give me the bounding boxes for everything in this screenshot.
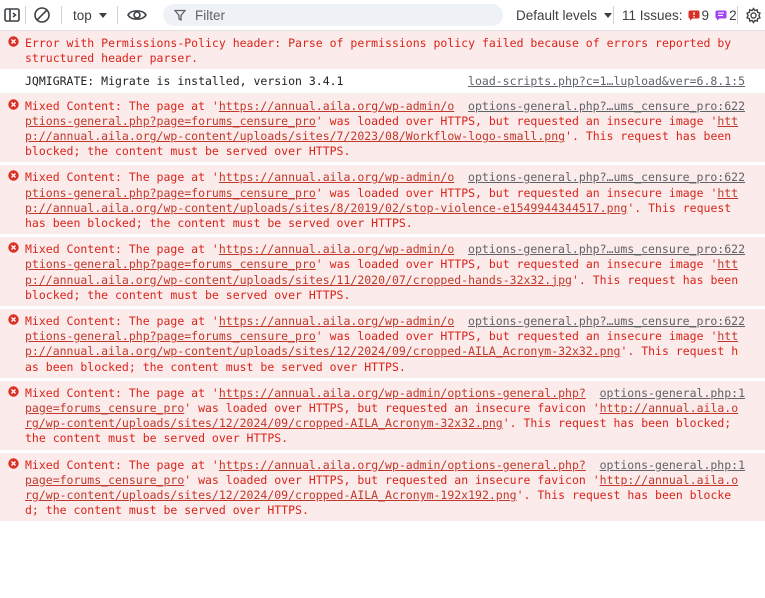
- dropdown-caret-icon: [603, 10, 613, 20]
- error-circle-icon: [8, 36, 19, 50]
- console-error-message[interactable]: Error with Permissions-Policy header: Pa…: [0, 31, 765, 73]
- gear-icon[interactable]: [745, 0, 762, 30]
- message-text: Error with Permissions-Policy header: Pa…: [0, 31, 765, 69]
- toolbar-divider: [737, 6, 738, 24]
- console-error-message[interactable]: options-general.php?…ums_censure_pro:622…: [0, 93, 765, 166]
- message-middle: ' was loaded over HTTPS, but requested a…: [184, 401, 600, 416]
- message-middle: ' was loaded over HTTPS, but requested a…: [315, 113, 718, 128]
- message-text: options-general.php:1 Mixed Content: The …: [0, 381, 765, 450]
- message-prefix: Mixed Content: The page at ': [25, 242, 219, 257]
- message-icon: [715, 10, 727, 21]
- message-badge: 2: [715, 8, 737, 23]
- message-text: options-general.php:1 Mixed Content: The …: [0, 453, 765, 522]
- console-error-message[interactable]: options-general.php?…ums_censure_pro:622…: [0, 165, 765, 238]
- console-error-message[interactable]: options-general.php:1 Mixed Content: The …: [0, 380, 765, 453]
- console-messages: Error with Permissions-Policy header: Pa…: [0, 31, 765, 525]
- error-count: 9: [701, 7, 710, 23]
- message-middle: ' was loaded over HTTPS, but requested a…: [315, 185, 718, 200]
- error-badge: 9: [688, 7, 710, 23]
- filter-box: [163, 4, 503, 26]
- console-error-message[interactable]: options-general.php?…ums_censure_pro:622…: [0, 237, 765, 310]
- source-link[interactable]: options-general.php?…ums_censure_pro:622: [468, 314, 745, 329]
- toolbar-divider: [61, 6, 62, 24]
- issues-button[interactable]: 11 Issues: 9 2: [622, 0, 737, 30]
- message-prefix: Mixed Content: The page at ': [25, 385, 219, 400]
- message-text: load-scripts.php?c=1…lupload&ver=6.8.1:5…: [0, 72, 765, 92]
- error-circle-icon: [8, 457, 19, 472]
- message-count: 2: [729, 7, 737, 23]
- log-levels-label: Default levels: [516, 7, 598, 23]
- error-circle-icon: [8, 314, 19, 328]
- toolbar-divider: [25, 6, 26, 24]
- issues-label: 11 Issues:: [622, 7, 683, 23]
- message-prefix: Mixed Content: The page at ': [25, 457, 219, 472]
- context-selector[interactable]: top: [73, 0, 108, 30]
- source-link[interactable]: options-general.php:1: [600, 458, 745, 473]
- sidebar-toggle-icon[interactable]: [3, 0, 21, 30]
- clear-console-icon[interactable]: [32, 0, 52, 30]
- eye-icon[interactable]: [126, 0, 148, 30]
- source-link[interactable]: options-general.php?…ums_censure_pro:622: [468, 99, 745, 114]
- error-issue-icon: [688, 10, 700, 21]
- context-label: top: [73, 7, 92, 23]
- filter-input[interactable]: [193, 6, 487, 24]
- message-prefix: Mixed Content: The page at ': [25, 314, 219, 329]
- error-circle-icon: [8, 170, 19, 184]
- message-text: options-general.php?…ums_censure_pro:622…: [0, 309, 765, 378]
- toolbar-divider: [613, 6, 614, 24]
- error-circle-icon: [8, 386, 19, 400]
- toolbar-divider: [117, 6, 118, 24]
- console-log-message[interactable]: load-scripts.php?c=1…lupload&ver=6.8.1:5…: [0, 72, 765, 94]
- console-error-message[interactable]: options-general.php:1 Mixed Content: The …: [0, 452, 765, 525]
- filter-icon: [174, 9, 186, 21]
- message-middle: ' was loaded over HTTPS, but requested a…: [315, 257, 718, 272]
- console-toolbar: top Default levels 11 Issues: 9: [0, 0, 765, 31]
- console-error-message[interactable]: options-general.php?…ums_censure_pro:622…: [0, 309, 765, 381]
- message-text: options-general.php?…ums_censure_pro:622…: [0, 165, 765, 234]
- dropdown-caret-icon: [98, 10, 108, 20]
- log-levels-dropdown[interactable]: Default levels: [516, 0, 613, 30]
- source-link[interactable]: options-general.php?…ums_censure_pro:622: [468, 170, 745, 185]
- message-text: options-general.php?…ums_censure_pro:622…: [0, 94, 765, 163]
- message-middle: ' was loaded over HTTPS, but requested a…: [315, 329, 718, 344]
- error-circle-icon: [8, 242, 19, 256]
- message-middle: ' was loaded over HTTPS, but requested a…: [184, 472, 600, 487]
- source-link[interactable]: load-scripts.php?c=1…lupload&ver=6.8.1:5: [468, 74, 745, 89]
- source-link[interactable]: options-general.php:1: [600, 386, 745, 401]
- source-link[interactable]: options-general.php?…ums_censure_pro:622: [468, 242, 745, 257]
- message-prefix: Mixed Content: The page at ': [25, 170, 219, 185]
- error-circle-icon: [8, 98, 19, 113]
- message-text: options-general.php?…ums_censure_pro:622…: [0, 237, 765, 306]
- message-body: JQMIGRATE: Migrate is installed, version…: [25, 74, 344, 89]
- message-prefix: Mixed Content: The page at ': [25, 98, 219, 113]
- message-body: Error with Permissions-Policy header: Pa…: [25, 36, 739, 66]
